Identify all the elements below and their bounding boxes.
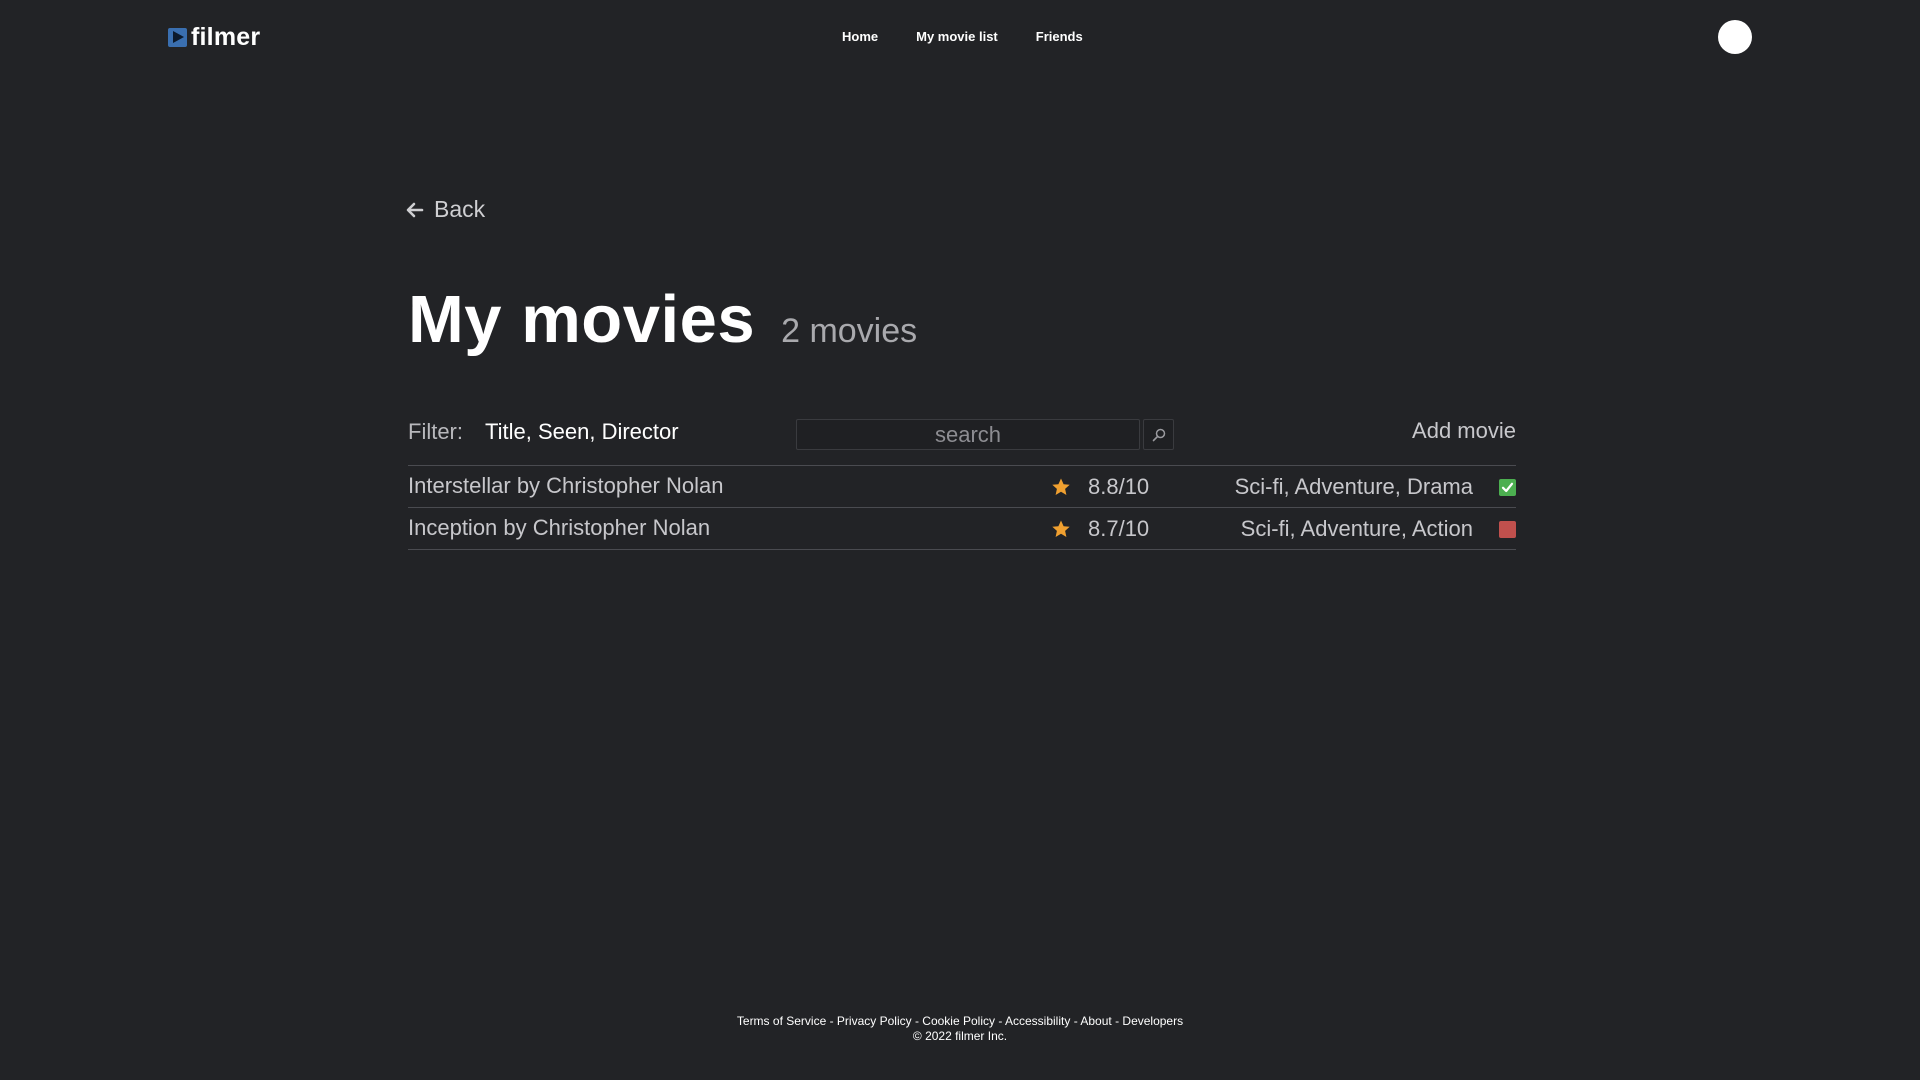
- star-icon: [1052, 520, 1070, 537]
- page-header: My movies 2 movies: [408, 280, 917, 360]
- movie-title[interactable]: Interstellar by Christopher Nolan: [408, 473, 723, 499]
- page-title: My movies: [408, 282, 756, 357]
- movie-genres: Sci-fi, Adventure, Action: [1240, 516, 1473, 541]
- footer-link-accessibility[interactable]: Accessibility: [1005, 1014, 1070, 1028]
- movie-row[interactable]: Interstellar by Christopher Nolan 8.8/10…: [408, 466, 1516, 508]
- footer: Terms of Service - Privacy Policy - Cook…: [0, 1014, 1920, 1044]
- brand-name: filmer: [191, 22, 261, 51]
- add-movie-button[interactable]: Add movie: [1412, 418, 1516, 444]
- movie-title[interactable]: Inception by Christopher Nolan: [408, 515, 710, 541]
- movie-list: Interstellar by Christopher Nolan 8.8/10…: [408, 465, 1516, 550]
- seen-checkbox-unchecked[interactable]: [1499, 521, 1516, 538]
- footer-links: Terms of Service - Privacy Policy - Cook…: [0, 1014, 1920, 1029]
- nav-friends[interactable]: Friends: [1036, 27, 1083, 47]
- movie-row[interactable]: Inception by Christopher Nolan 8.7/10 Sc…: [408, 508, 1516, 550]
- nav-home[interactable]: Home: [842, 27, 878, 47]
- footer-separator: -: [994, 1014, 1005, 1028]
- footer-link-terms[interactable]: Terms of Service: [737, 1014, 826, 1028]
- filter-bar: Filter: Title, Seen, Director Add movie: [408, 416, 1516, 450]
- search-input[interactable]: [796, 419, 1140, 450]
- footer-separator: -: [911, 1014, 923, 1028]
- search-icon: [1152, 428, 1165, 441]
- footer-link-cookie[interactable]: Cookie Policy: [922, 1014, 995, 1028]
- seen-checkbox-checked[interactable]: [1499, 479, 1516, 496]
- main-nav: Home My movie list Friends: [842, 27, 1121, 47]
- copyright: © 2022 filmer Inc.: [912, 1029, 1008, 1043]
- logo-link[interactable]: filmer: [168, 22, 260, 52]
- filter-options[interactable]: Title, Seen, Director: [485, 419, 679, 445]
- checkmark-icon: [1501, 482, 1514, 493]
- search-button[interactable]: [1143, 419, 1174, 450]
- star-icon: [1052, 478, 1070, 495]
- filter-label: Filter:: [408, 419, 463, 444]
- arrow-left-icon: [406, 202, 424, 217]
- nav-my-movie-list[interactable]: My movie list: [916, 27, 998, 47]
- avatar[interactable]: [1718, 20, 1752, 54]
- movie-genres: Sci-fi, Adventure, Drama: [1234, 474, 1473, 499]
- footer-link-developers[interactable]: Developers: [1122, 1014, 1183, 1028]
- footer-separator: -: [826, 1014, 837, 1028]
- footer-separator: -: [1070, 1014, 1081, 1028]
- back-label: Back: [434, 196, 486, 222]
- movie-rating: 8.7/10: [1088, 516, 1150, 541]
- movie-count: 2 movies: [781, 312, 918, 350]
- top-bar: filmer Home My movie list Friends: [0, 0, 1920, 74]
- back-link[interactable]: Back: [406, 196, 485, 223]
- footer-link-privacy[interactable]: Privacy Policy: [837, 1014, 912, 1028]
- movie-rating: 8.8/10: [1088, 474, 1150, 499]
- play-logo-icon: [168, 27, 187, 47]
- footer-link-about[interactable]: About: [1080, 1014, 1111, 1028]
- footer-separator: -: [1111, 1014, 1123, 1028]
